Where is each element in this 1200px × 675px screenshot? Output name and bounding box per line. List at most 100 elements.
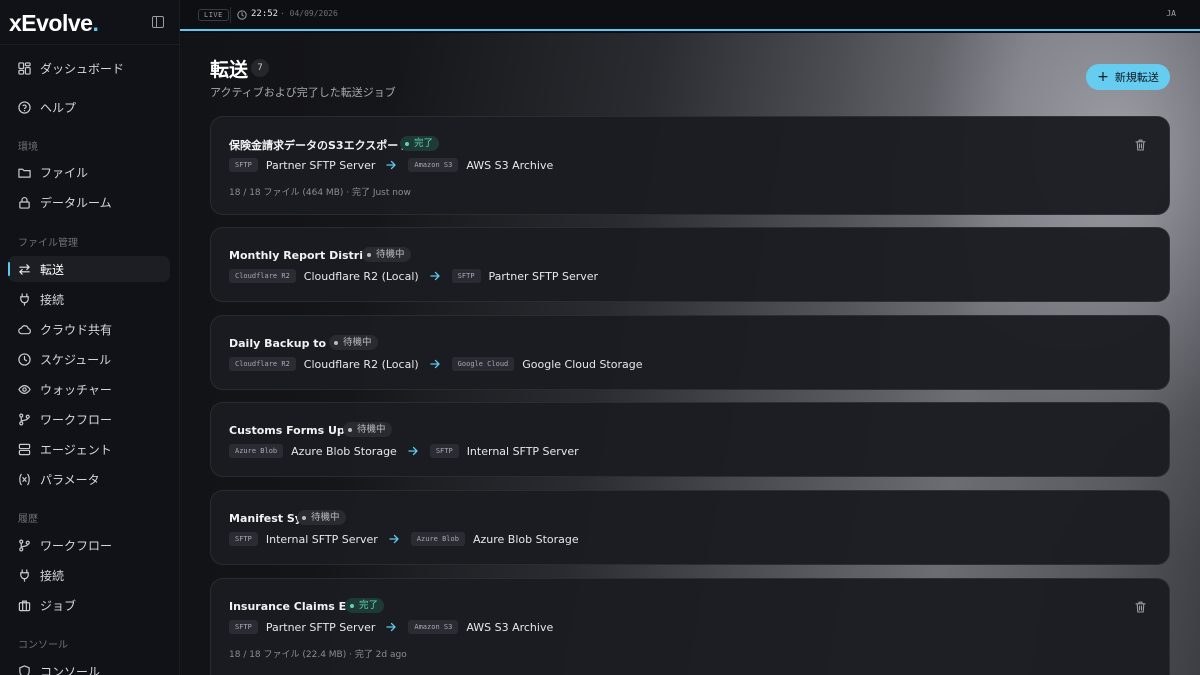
page-subtitle: アクティブおよび完了した転送ジョブ <box>210 86 396 99</box>
brand-dot: . <box>92 10 99 36</box>
sidebar-divider <box>0 44 179 45</box>
transfer-route: SFTP Partner SFTP Server Amazon S3 AWS S… <box>229 158 553 172</box>
status-badge: 完了 <box>345 598 385 613</box>
transfer-name: 保険金請求データのS3エクスポート <box>229 139 410 152</box>
destination-endpoint: AWS S3 Archive <box>466 158 554 172</box>
sidebar-item-schedule[interactable]: スケジュール <box>8 346 170 372</box>
sidebar: xEvolve. ダッシュボード ヘルプ 環境 ファイル データルーム ファイル… <box>0 0 180 675</box>
destination-endpoint: Partner SFTP Server <box>488 269 599 283</box>
transfer-card[interactable]: Customs Forms Upload 待機中 Azure Blob Azur… <box>210 402 1170 477</box>
sidebar-item-label: ダッシュボード <box>40 61 125 76</box>
sidebar-item-parameters[interactable]: パラメータ <box>8 466 170 492</box>
transfer-route: Cloudflare R2 Cloudflare R2 (Local) Goog… <box>229 357 643 371</box>
sidebar-item-data-room[interactable]: データルーム <box>8 189 170 215</box>
language-switcher[interactable]: JA <box>1166 9 1176 18</box>
sidebar-item-label: クラウド共有 <box>40 322 113 337</box>
sidebar-item-label: スケジュール <box>40 352 112 367</box>
sidebar-collapse-icon[interactable] <box>152 16 164 28</box>
destination-type-tag: SFTP <box>451 269 481 283</box>
sidebar-item-label: 転送 <box>40 262 65 277</box>
sidebar-item-watcher[interactable]: ウォッチャー <box>8 376 170 402</box>
transfer-card[interactable]: Insurance Claims Export 完了 SFTP Partner … <box>210 578 1170 675</box>
transfer-route: Cloudflare R2 Cloudflare R2 (Local) SFTP… <box>229 269 598 283</box>
transfer-meta: 18 / 18 ファイル (22.4 MB) · 完了 2d ago <box>229 650 407 660</box>
eye-icon <box>18 384 31 394</box>
source-type-tag: Azure Blob <box>229 444 284 458</box>
current-date: · 04/09/2026 <box>280 9 338 18</box>
sidebar-item-label: ジョブ <box>40 598 77 613</box>
destination-type-tag: Amazon S3 <box>408 620 459 634</box>
transfer-card[interactable]: Manifest Sync 待機中 SFTP Internal SFTP Ser… <box>210 490 1170 565</box>
briefcase-icon <box>18 600 31 611</box>
status-badge: 待機中 <box>297 510 346 525</box>
plus-icon: + <box>1097 69 1109 85</box>
source-type-tag: Cloudflare R2 <box>229 269 296 283</box>
sidebar-item-label: コンソール <box>40 664 101 675</box>
destination-type-tag: Azure Blob <box>410 532 465 546</box>
status-badge: 待機中 <box>329 335 378 350</box>
help-circle-icon <box>18 100 31 114</box>
arrow-right-icon <box>408 446 418 456</box>
sidebar-item-workflow[interactable]: ワークフロー <box>8 406 170 432</box>
sidebar-item-label: ワークフロー <box>40 412 113 427</box>
workflow-icon <box>19 413 30 425</box>
dashboard-icon <box>18 61 31 75</box>
current-time: 22:52 <box>251 9 279 19</box>
sidebar-item-history-connections[interactable]: 接続 <box>8 562 170 588</box>
sidebar-item-console[interactable]: コンソール <box>8 658 170 675</box>
variable-icon <box>19 473 30 485</box>
section-label-file-management: ファイル管理 <box>18 238 78 249</box>
sidebar-item-files[interactable]: ファイル <box>8 159 170 185</box>
clock-icon <box>237 10 247 20</box>
sidebar-item-agents[interactable]: エージェント <box>8 436 170 462</box>
transfer-card[interactable]: Monthly Report Distribution 待機中 Cloudfla… <box>210 227 1170 302</box>
source-endpoint: Partner SFTP Server <box>265 158 376 172</box>
plug-icon <box>20 292 29 306</box>
new-transfer-button[interactable]: + 新規転送 <box>1086 64 1170 90</box>
transfer-route: Azure Blob Azure Blob Storage SFTP Inter… <box>229 444 579 458</box>
transfer-card[interactable]: 保険金請求データのS3エクスポート 完了 SFTP Partner SFTP S… <box>210 116 1170 215</box>
transfer-count-badge: 7 <box>251 59 269 77</box>
sidebar-item-label: ファイル <box>40 165 89 180</box>
arrow-right-icon <box>389 534 399 544</box>
source-type-tag: Cloudflare R2 <box>229 357 296 371</box>
arrow-right-icon <box>430 359 440 369</box>
sidebar-item-label: パラメータ <box>40 472 100 487</box>
destination-endpoint: AWS S3 Archive <box>466 620 554 634</box>
section-label-console: コンソール <box>18 640 68 651</box>
live-badge: LIVE <box>198 9 229 21</box>
page-title: 転送 <box>210 59 249 81</box>
status-badge: 待機中 <box>362 247 411 262</box>
status-badge: 待機中 <box>343 422 392 437</box>
destination-endpoint: Internal SFTP Server <box>466 444 579 458</box>
destination-endpoint: Azure Blob Storage <box>472 532 579 546</box>
brand-logo[interactable]: xEvolve. <box>9 10 99 37</box>
transfer-icon <box>19 263 30 275</box>
server-icon <box>18 443 31 455</box>
trash-icon[interactable] <box>1135 139 1146 151</box>
cloud-icon <box>18 324 31 334</box>
sidebar-item-label: ワークフロー <box>40 538 113 553</box>
trash-icon[interactable] <box>1135 601 1146 613</box>
sidebar-item-dashboard[interactable]: ダッシュボード <box>8 55 170 81</box>
sidebar-item-label: ウォッチャー <box>40 382 112 397</box>
clock-icon <box>18 352 31 366</box>
sidebar-item-connections[interactable]: 接続 <box>8 286 170 312</box>
arrow-right-icon <box>386 622 397 632</box>
shield-icon <box>19 664 30 675</box>
sidebar-item-jobs[interactable]: ジョブ <box>8 592 170 618</box>
main-content: 転送 7 アクティブおよび完了した転送ジョブ + 新規転送 保険金請求データのS… <box>180 33 1200 675</box>
lock-icon <box>19 196 30 209</box>
sidebar-item-help[interactable]: ヘルプ <box>8 94 170 120</box>
source-endpoint: Internal SFTP Server <box>265 532 378 546</box>
sidebar-item-history-workflow[interactable]: ワークフロー <box>8 532 170 558</box>
sidebar-item-transfers[interactable]: 転送 <box>8 256 170 282</box>
sidebar-item-cloud-share[interactable]: クラウド共有 <box>8 316 170 342</box>
transfer-route: SFTP Internal SFTP Server Azure Blob Azu… <box>229 532 579 546</box>
transfer-meta: 18 / 18 ファイル (464 MB) · 完了 Just now <box>229 188 411 198</box>
destination-type-tag: Amazon S3 <box>408 158 459 172</box>
workflow-icon <box>19 539 30 551</box>
transfer-card[interactable]: Daily Backup to GCS 待機中 Cloudflare R2 Cl… <box>210 315 1170 390</box>
source-type-tag: SFTP <box>229 158 258 172</box>
section-label-history: 履歴 <box>18 514 38 525</box>
